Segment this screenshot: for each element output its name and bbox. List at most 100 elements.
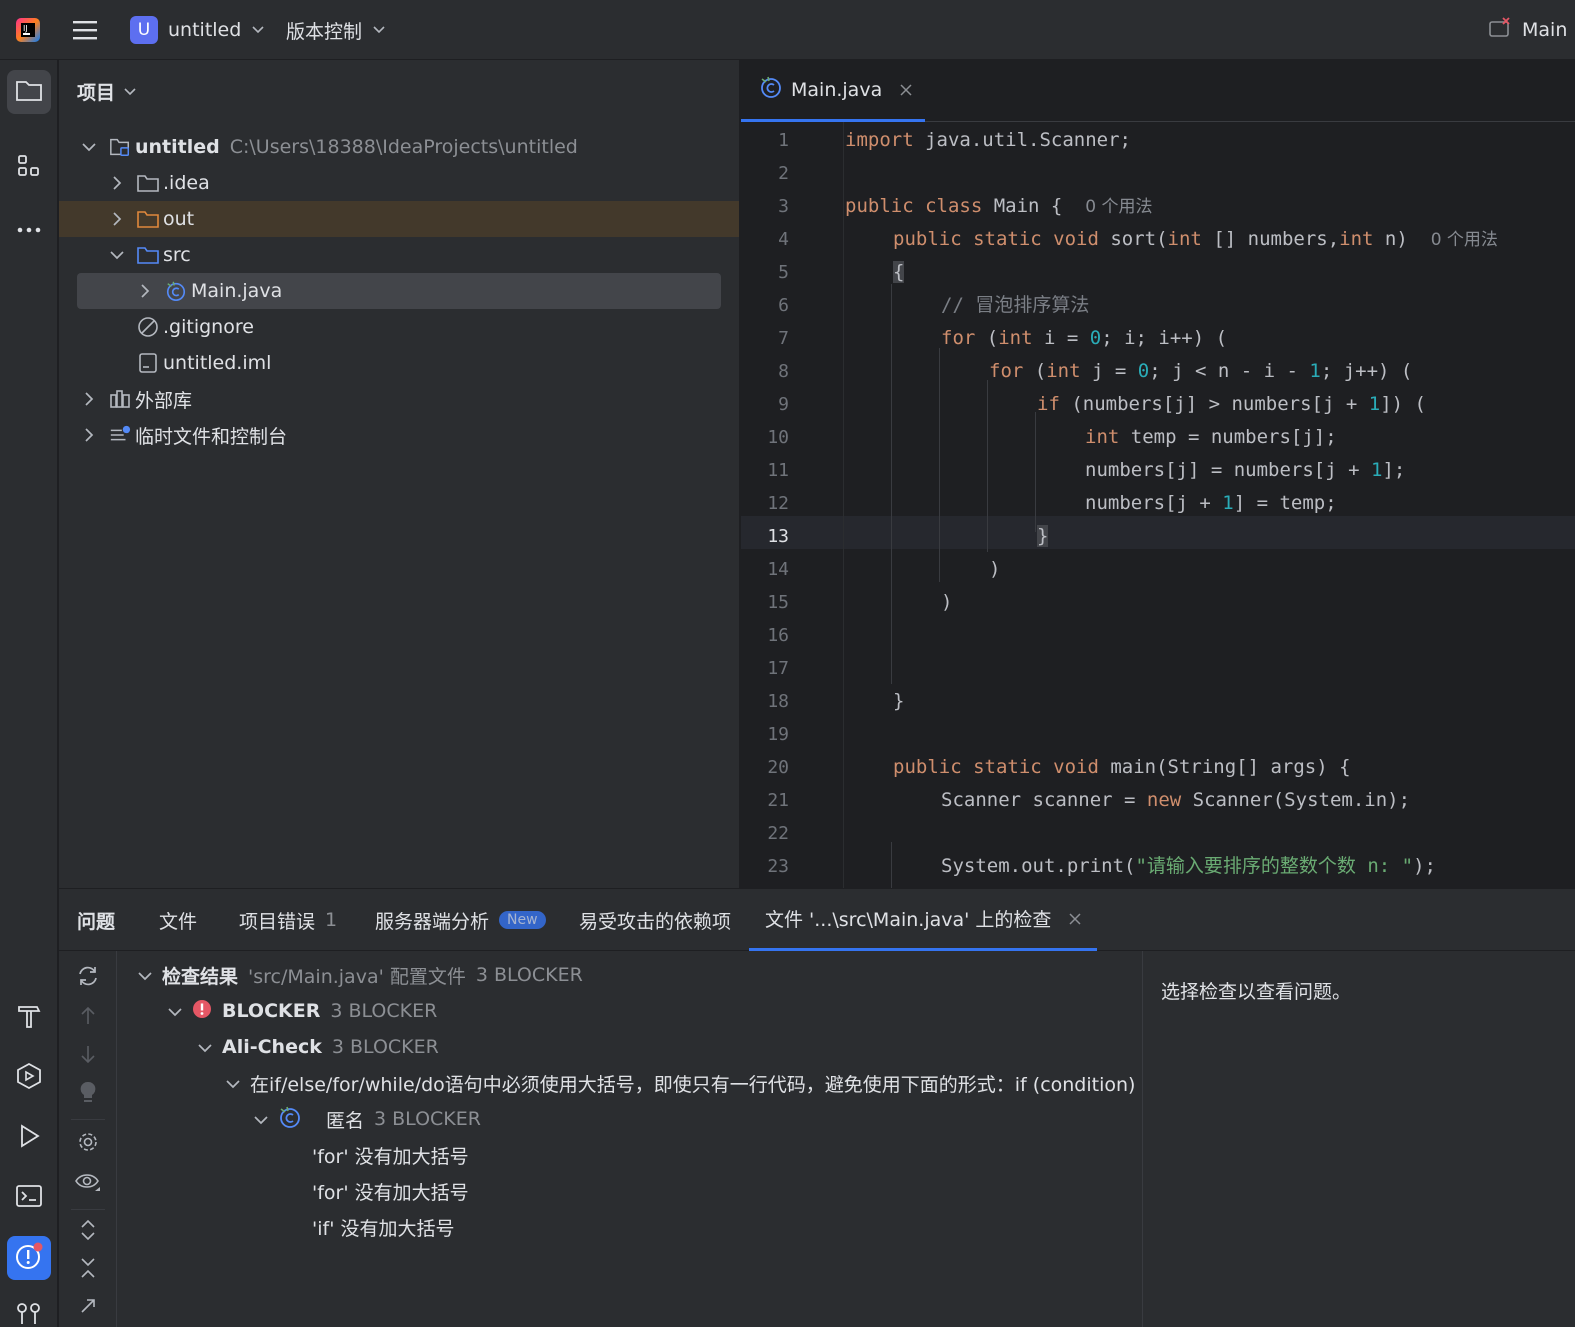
- tab-file[interactable]: 文件: [159, 889, 197, 951]
- chevron-down-icon[interactable]: [81, 139, 97, 155]
- line-number[interactable]: 20: [741, 757, 789, 778]
- tree-node-gitignore[interactable]: .gitignore: [59, 309, 739, 345]
- line-number[interactable]: 8: [741, 361, 789, 382]
- code-line-21: Scanner scanner = new Scanner(System.in)…: [941, 789, 1411, 811]
- tab-problems[interactable]: 问题: [77, 889, 115, 951]
- line-number[interactable]: 2: [741, 163, 789, 184]
- code-line-15: ): [941, 591, 953, 613]
- project-switcher[interactable]: U untitled: [130, 12, 265, 48]
- line-number[interactable]: 14: [741, 559, 789, 580]
- chevron-right-icon[interactable]: [109, 211, 125, 227]
- chevron-down-icon[interactable]: [254, 1108, 268, 1130]
- tab-vulnerable-deps[interactable]: 易受攻击的依赖项: [579, 889, 731, 951]
- line-number[interactable]: 3: [741, 196, 789, 217]
- rerun-button[interactable]: [73, 963, 103, 993]
- chevron-right-icon[interactable]: [81, 427, 97, 443]
- chevron-down-icon[interactable]: [226, 1072, 240, 1094]
- chevron-down-icon[interactable]: [138, 964, 152, 986]
- chevron-right-icon[interactable]: [137, 283, 153, 299]
- tree-node-label: untitled: [135, 136, 220, 158]
- toolbar-separator: [71, 1119, 105, 1120]
- line-number[interactable]: 16: [741, 625, 789, 646]
- vcs-switcher[interactable]: 版本控制: [286, 12, 386, 48]
- line-number[interactable]: 5: [741, 262, 789, 283]
- chevron-down-icon[interactable]: [198, 1036, 212, 1058]
- line-number[interactable]: 15: [741, 592, 789, 613]
- line-number[interactable]: 18: [741, 691, 789, 712]
- main-menu-icon[interactable]: [72, 12, 102, 48]
- git-tool-button[interactable]: [7, 1292, 51, 1327]
- gear-icon: [77, 1131, 99, 1158]
- problem-item[interactable]: 'if' 没有加大括号: [312, 1209, 454, 1245]
- line-number[interactable]: 9: [741, 394, 789, 415]
- editor-tab-main-java[interactable]: Main.java: [741, 60, 925, 122]
- line-number[interactable]: 10: [741, 427, 789, 448]
- chevron-right-icon[interactable]: [109, 175, 125, 191]
- export-button[interactable]: [73, 1293, 103, 1323]
- line-number[interactable]: 17: [741, 658, 789, 679]
- chevron-down-icon[interactable]: [109, 247, 125, 263]
- tree-node-idea[interactable]: .idea: [59, 165, 739, 201]
- tree-node-external-libraries[interactable]: 外部库: [59, 381, 739, 417]
- rule-row[interactable]: 在if/else/for/while/do语句中必须使用大括号，即使只有一行代码…: [226, 1065, 1142, 1101]
- quick-fix-button[interactable]: [73, 1079, 103, 1109]
- tab-file-inspection[interactable]: 文件 '...\src\Main.java' 上的检查: [749, 889, 1098, 951]
- severity-group-row[interactable]: BLOCKER 3 BLOCKER: [168, 993, 437, 1029]
- run-tool-button[interactable]: [7, 1116, 51, 1160]
- run-config-switcher[interactable]: Main: [1488, 12, 1567, 48]
- next-problem-button[interactable]: [73, 1041, 103, 1071]
- tab-project-errors[interactable]: 项目错误 1: [239, 889, 337, 951]
- code-line-9: if (numbers[j] > numbers[j + 1]) (: [1037, 393, 1426, 415]
- app-logo-icon[interactable]: IJ: [14, 12, 44, 48]
- code-line-8: for (int j = 0; j < n - i - 1; j++) (: [989, 360, 1413, 382]
- more-tools-button[interactable]: [7, 206, 51, 250]
- chevron-down-icon[interactable]: [168, 1000, 182, 1022]
- chevron-right-icon[interactable]: [81, 391, 97, 407]
- line-number[interactable]: 13: [741, 526, 789, 547]
- code-editor[interactable]: Main.java 1 2 3 4 5 6 7 8 9 10 11 12 13 14 15 16 17 18 19 2…: [741, 60, 1575, 888]
- close-icon[interactable]: [900, 79, 912, 101]
- tree-node-scratches[interactable]: 临时文件和控制台: [59, 417, 739, 453]
- services-tool-button[interactable]: [7, 1056, 51, 1100]
- anonymous-label: 匿名: [326, 1109, 365, 1132]
- inspection-root-row[interactable]: 检查结果 'src/Main.java' 配置文件 3 BLOCKER: [138, 957, 583, 993]
- tree-node-root[interactable]: untitled C:\Users\18388\IdeaProjects\unt…: [59, 129, 739, 165]
- tree-node-iml[interactable]: untitled.iml: [59, 345, 739, 381]
- line-number[interactable]: 1: [741, 130, 789, 151]
- line-number[interactable]: 22: [741, 823, 789, 844]
- expand-all-button[interactable]: [73, 1217, 103, 1247]
- line-number[interactable]: 4: [741, 229, 789, 250]
- tab-server-analysis[interactable]: 服务器端分析 New: [375, 889, 546, 951]
- check-group-row[interactable]: Ali-Check 3 BLOCKER: [198, 1029, 439, 1065]
- project-panel-header[interactable]: 项目: [77, 78, 137, 105]
- tree-node-main-java[interactable]: Main.java: [59, 273, 739, 309]
- tree-node-label: .gitignore: [163, 316, 254, 338]
- problem-item[interactable]: 'for' 没有加大括号: [312, 1173, 469, 1209]
- line-number[interactable]: 6: [741, 295, 789, 316]
- prev-problem-button[interactable]: [73, 1003, 103, 1033]
- usage-hint: 0 个用法: [1085, 197, 1153, 217]
- line-number[interactable]: 7: [741, 328, 789, 349]
- line-number[interactable]: 19: [741, 724, 789, 745]
- java-class-icon: [759, 75, 783, 104]
- line-number[interactable]: 21: [741, 790, 789, 811]
- problems-tool-button[interactable]: [7, 1236, 51, 1280]
- build-tool-button[interactable]: [7, 996, 51, 1040]
- project-name: untitled: [168, 19, 242, 41]
- line-number[interactable]: 12: [741, 493, 789, 514]
- tree-node-src[interactable]: src: [59, 237, 739, 273]
- code-area[interactable]: import java.util.Scanner; public class M…: [845, 122, 1575, 888]
- close-icon[interactable]: [1069, 908, 1081, 930]
- view-options-button[interactable]: [73, 1169, 103, 1199]
- services-icon: [15, 1062, 43, 1095]
- settings-button[interactable]: [73, 1129, 103, 1159]
- problem-item[interactable]: 'for' 没有加大括号: [312, 1137, 469, 1173]
- tree-node-out[interactable]: out: [59, 201, 739, 237]
- collapse-all-button[interactable]: [73, 1255, 103, 1285]
- line-number[interactable]: 11: [741, 460, 789, 481]
- line-number[interactable]: 23: [741, 856, 789, 877]
- terminal-tool-button[interactable]: [7, 1176, 51, 1220]
- anonymous-group-row[interactable]: 匿名 3 BLOCKER: [254, 1101, 481, 1137]
- project-tool-button[interactable]: [7, 70, 51, 114]
- structure-tool-button[interactable]: [7, 146, 51, 190]
